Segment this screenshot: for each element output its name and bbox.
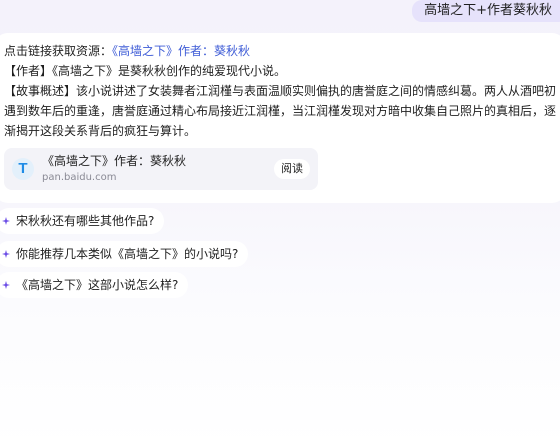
- suggestion-item[interactable]: 宋秋秋还有哪些其他作品?: [0, 208, 165, 234]
- read-button[interactable]: 阅读: [274, 159, 310, 179]
- link-card-title[interactable]: 《高墙之下》作者：葵秋秋: [42, 153, 186, 169]
- suggestion-text: 你能推荐几本类似《高墙之下》的小说吗?: [16, 247, 239, 261]
- document-t-icon: T: [12, 158, 34, 180]
- resource-link-card[interactable]: T 《高墙之下》作者：葵秋秋 pan.baidu.com 阅读: [4, 148, 318, 190]
- link-card-domain: pan.baidu.com: [42, 172, 117, 183]
- sparkle-icon: [2, 249, 10, 258]
- suggestion-item[interactable]: 《高墙之下》这部小说怎么样?: [0, 272, 189, 298]
- story-summary: 【故事概述】该小说讲述了女装舞者江润槿与表面温顺实则偏执的唐誉庭之间的情感纠葛。…: [4, 84, 557, 138]
- resource-link[interactable]: 《高墙之下》作者：葵秋秋: [112, 44, 250, 58]
- answer-text: 点击链接获取资源：《高墙之下》作者：葵秋秋 【作者】《高墙之下》是葵秋秋创作的纯…: [4, 41, 556, 141]
- author-line: 【作者】《高墙之下》是葵秋秋创作的纯爱现代小说。: [4, 64, 287, 78]
- resource-intro-line: 点击链接获取资源：《高墙之下》作者：葵秋秋: [4, 41, 556, 61]
- resource-intro-prefix: 点击链接获取资源：: [4, 44, 113, 58]
- sparkle-icon: [2, 280, 10, 289]
- user-message-bubble: 高墙之下+作者葵秋秋: [412, 0, 560, 22]
- sparkle-icon: [2, 216, 10, 225]
- suggestion-text: 《高墙之下》这部小说怎么样?: [16, 278, 179, 292]
- suggestion-text: 宋秋秋还有哪些其他作品?: [16, 214, 155, 228]
- suggestion-item[interactable]: 你能推荐几本类似《高墙之下》的小说吗?: [0, 241, 249, 267]
